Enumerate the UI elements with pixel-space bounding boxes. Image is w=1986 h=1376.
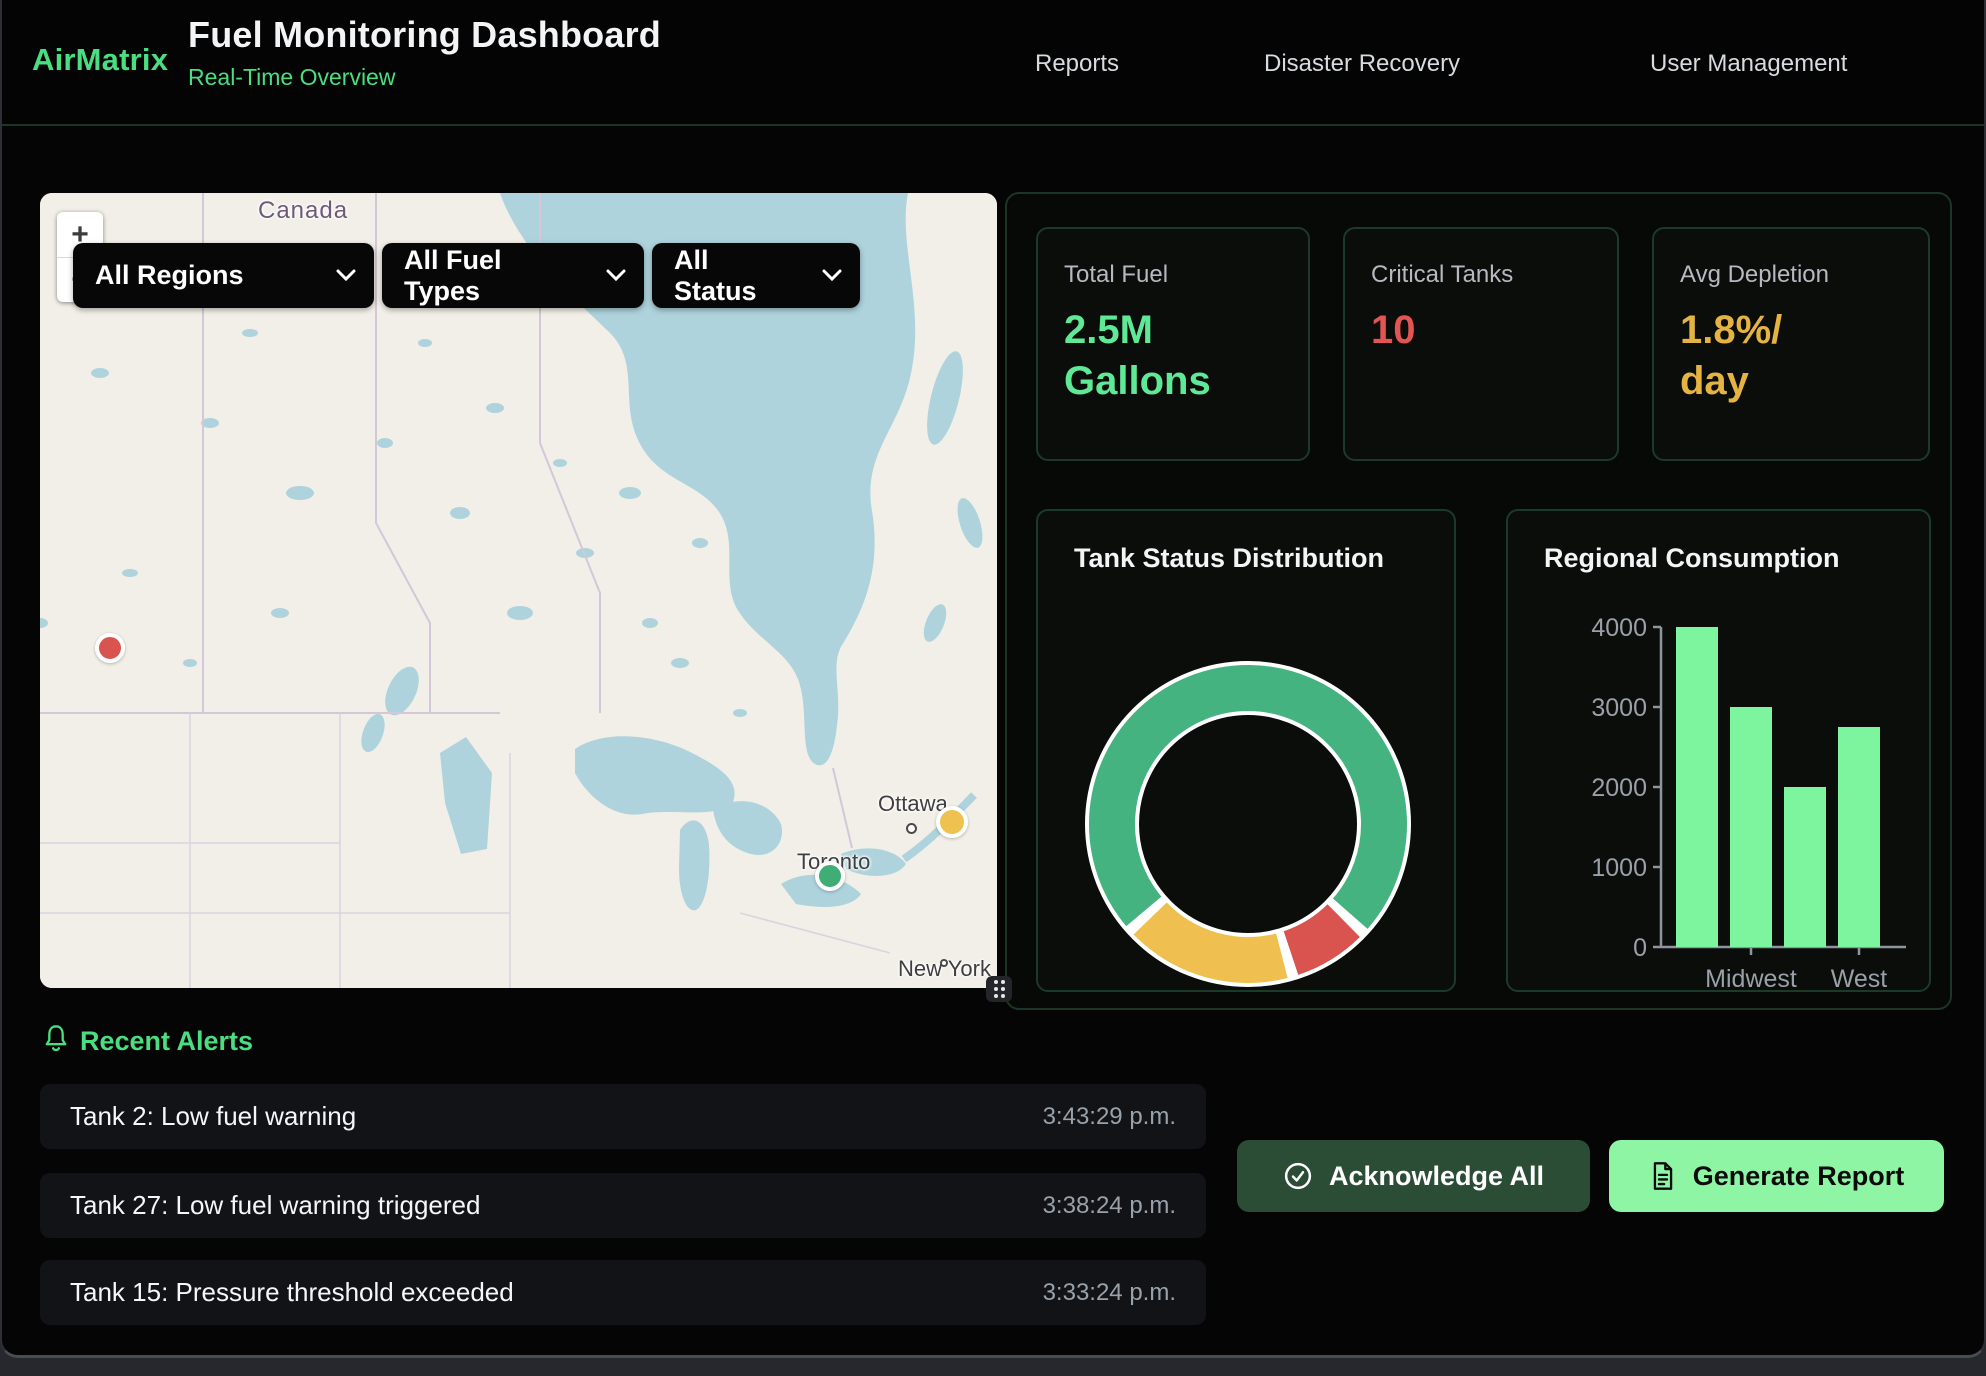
map-marker-warning[interactable] [936,806,968,838]
status-filter-select[interactable]: All Status [652,243,860,308]
alert-text: Tank 2: Low fuel warning [70,1101,356,1132]
svg-text:4000: 4000 [1591,614,1647,642]
nav-disaster-recovery[interactable]: Disaster Recovery [1264,50,1460,78]
regional-consumption-bar-chart: 0 1000 2000 3000 4000 Midwest West [1508,511,1931,992]
alert-timestamp: 3:38:24 p.m. [1043,1192,1176,1220]
map-filter-bar: All Regions All Fuel Types All Status [73,243,860,308]
chevron-down-icon [796,269,842,282]
svg-text:West: West [1831,965,1888,992]
svg-text:3000: 3000 [1591,694,1647,722]
chart-title: Regional Consumption [1544,543,1839,574]
regional-consumption-chart-card: Regional Consumption 0 1000 2000 3000 4000 Mi… [1506,509,1931,992]
acknowledge-all-label: Acknowledge All [1329,1161,1544,1192]
brand-logo: AirMatrix [32,42,168,78]
check-circle-icon [1283,1161,1313,1191]
nav-reports[interactable]: Reports [1035,50,1119,78]
tank-status-donut-chart [1038,511,1456,992]
stat-value-total-fuel: 2.5MGallons [1064,305,1282,407]
alert-row[interactable]: Tank 15: Pressure threshold exceeded 3:3… [40,1260,1206,1325]
alert-timestamp: 3:33:24 p.m. [1043,1279,1176,1307]
chart-title: Tank Status Distribution [1074,543,1384,574]
new-york-town-dot [940,959,948,967]
map-label-canada: Canada [258,197,348,225]
region-filter-value: All Regions [95,260,244,291]
stat-label: Avg Depletion [1680,261,1902,289]
generate-report-label: Generate Report [1693,1161,1905,1192]
alerts-section-title: Recent Alerts [80,1026,253,1057]
nav-user-management[interactable]: User Management [1650,50,1847,78]
screen: AirMatrix Fuel Monitoring Dashboard Real… [0,0,1986,1376]
tank-status-chart-card: Tank Status Distribution [1036,509,1456,992]
app-window: AirMatrix Fuel Monitoring Dashboard Real… [0,0,1986,1358]
stat-card-critical-tanks: Critical Tanks 10 [1343,227,1619,461]
svg-text:Midwest: Midwest [1705,965,1797,992]
svg-text:0: 0 [1633,934,1647,962]
bell-icon [42,1024,70,1059]
overview-panel: Total Fuel 2.5MGallons Critical Tanks 10… [1005,192,1952,1010]
header: AirMatrix Fuel Monitoring Dashboard Real… [2,0,1984,126]
stat-card-row: Total Fuel 2.5MGallons Critical Tanks 10… [1036,227,1930,461]
stat-card-avg-depletion: Avg Depletion 1.8%/day [1652,227,1930,461]
alert-row[interactable]: Tank 27: Low fuel warning triggered 3:38… [40,1173,1206,1238]
generate-report-button[interactable]: Generate Report [1609,1140,1944,1212]
svg-text:2000: 2000 [1591,774,1647,802]
map-marker-critical[interactable] [95,633,125,663]
resize-grip-icon[interactable] [986,976,1012,1002]
charts-row: Tank Status Distribution Regional Consum… [1036,509,1931,992]
svg-text:1000: 1000 [1591,854,1647,882]
document-icon [1649,1161,1677,1191]
ottawa-town-dot [906,823,917,834]
stat-card-total-fuel: Total Fuel 2.5MGallons [1036,227,1310,461]
page-subtitle: Real-Time Overview [188,64,395,91]
alert-timestamp: 3:43:29 p.m. [1043,1103,1176,1131]
alert-row[interactable]: Tank 2: Low fuel warning 3:43:29 p.m. [40,1084,1206,1149]
chevron-down-icon [580,269,626,282]
fuel-type-filter-value: All Fuel Types [404,245,580,307]
stat-label: Total Fuel [1064,261,1282,289]
stat-value-avg-depletion: 1.8%/day [1680,305,1902,407]
status-filter-value: All Status [674,245,796,307]
fuel-type-filter-select[interactable]: All Fuel Types [382,243,644,308]
acknowledge-all-button[interactable]: Acknowledge All [1237,1140,1590,1212]
stat-label: Critical Tanks [1371,261,1591,289]
region-filter-select[interactable]: All Regions [73,243,374,308]
alert-text: Tank 15: Pressure threshold exceeded [70,1277,514,1308]
stat-value-critical-tanks: 10 [1371,305,1591,356]
map-marker-normal[interactable] [815,861,845,891]
map-canvas[interactable]: Canada Ottawa Toronto New York + − All R… [40,193,997,988]
page-title: Fuel Monitoring Dashboard [188,14,661,56]
chevron-down-icon [310,269,356,282]
alert-text: Tank 27: Low fuel warning triggered [70,1190,480,1221]
